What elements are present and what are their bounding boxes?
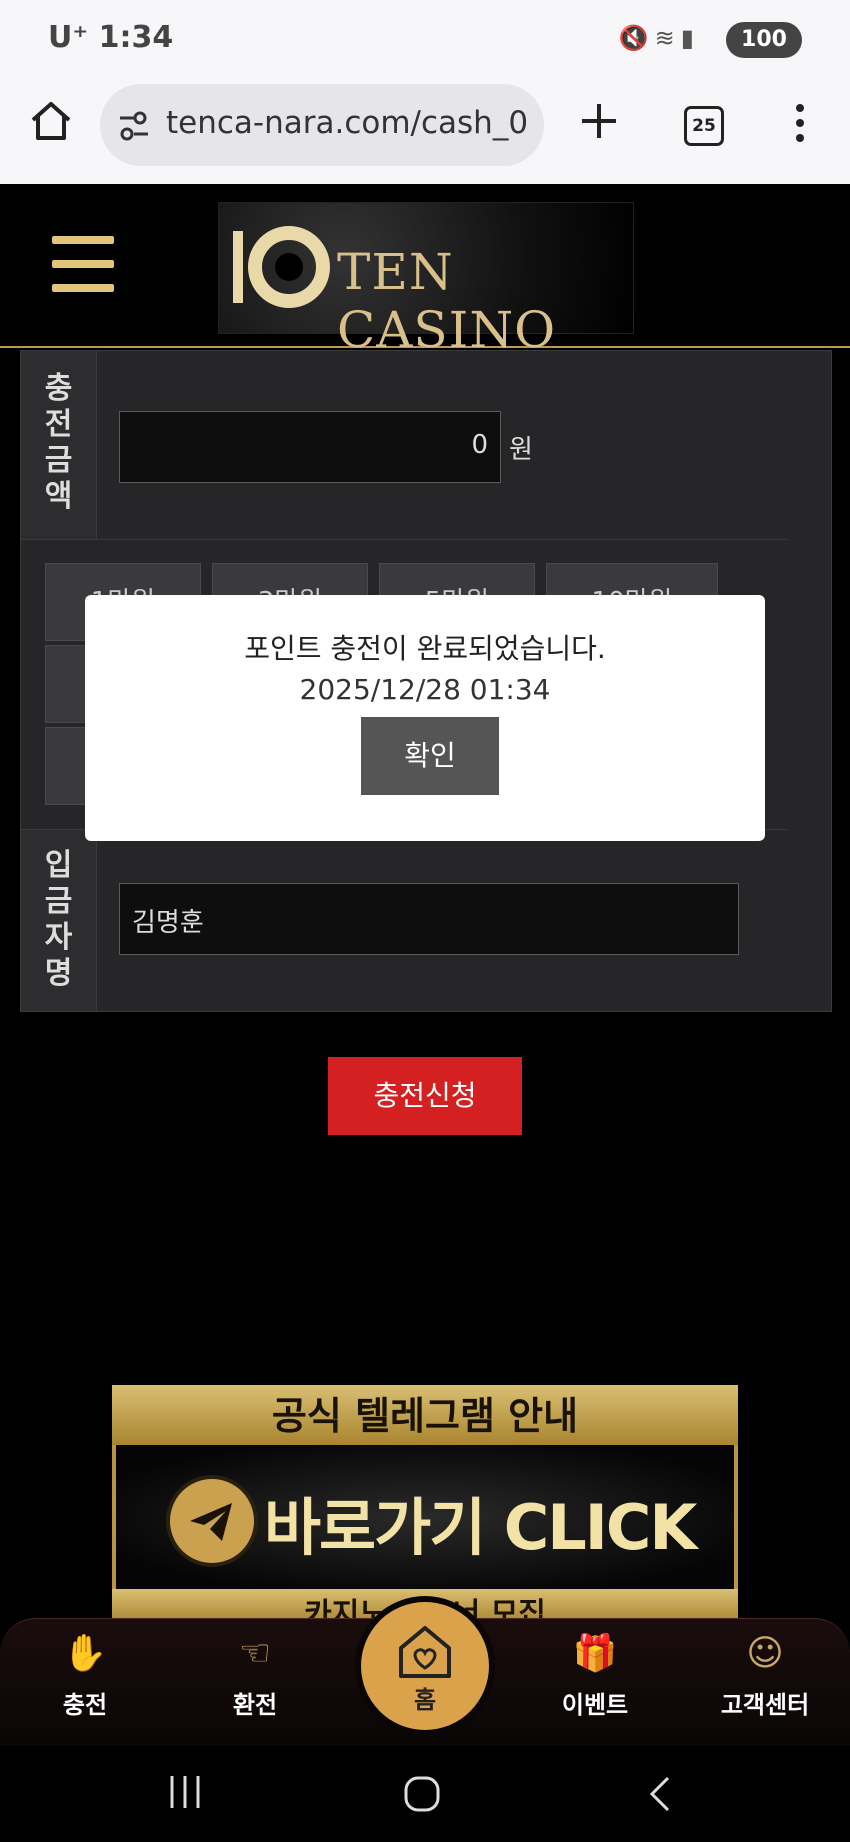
site-logo[interactable]: TEN CASINO (218, 202, 634, 359)
status-bar: U⁺ 1:34 🔇≋▮ 100 (0, 0, 850, 80)
home-icon[interactable] (28, 98, 74, 144)
nav-home-button[interactable]: 홈 (361, 1602, 489, 1730)
carrier-label: U⁺ (48, 20, 89, 55)
amount-value: 0 (471, 430, 488, 460)
banner-title: 공식 텔레그램 안내 (112, 1385, 738, 1445)
new-tab-icon[interactable] (578, 100, 620, 142)
site-settings-icon[interactable] (116, 108, 152, 144)
nav-event[interactable]: 🎁 이벤트 (520, 1629, 670, 1720)
amount-unit: 원 (509, 435, 533, 465)
deposit-submit-button[interactable]: 충전신청 (328, 1057, 522, 1135)
signal-icon: ▮ (680, 24, 700, 52)
nav-withdraw-label: 환전 (232, 1691, 278, 1719)
logo-text: TEN CASINO (337, 243, 557, 359)
depositor-name-input[interactable]: 김명훈 (119, 883, 739, 955)
support-icon: ☺ (746, 1633, 784, 1674)
status-carrier-time: U⁺ 1:34 (48, 20, 173, 55)
logo-emblem-icon (233, 226, 330, 308)
telegram-icon (166, 1475, 258, 1567)
amount-input[interactable]: 0 (119, 411, 501, 483)
back-icon[interactable] (646, 1774, 672, 1814)
home-heart-icon (399, 1626, 451, 1678)
banner-cta: 바로가기 CLICK (264, 1491, 697, 1564)
status-time: 1:34 (98, 20, 174, 55)
recent-apps-icon[interactable] (168, 1774, 202, 1810)
tab-switcher-button[interactable]: 25 (684, 106, 724, 146)
wifi-icon: ≋ (654, 24, 681, 52)
mute-icon: 🔇 (618, 24, 655, 52)
more-options-icon[interactable] (790, 102, 810, 144)
hamburger-menu-icon[interactable] (52, 236, 114, 294)
amount-label-text: 충전금액 (44, 371, 73, 514)
nav-deposit-label: 충전 (62, 1691, 108, 1719)
nav-withdraw[interactable]: ☜ 환전 (180, 1629, 330, 1720)
status-icons: 🔇≋▮ (619, 24, 700, 52)
nav-event-label: 이벤트 (561, 1691, 629, 1719)
url-text: tenca-nara.com/cash_0 (166, 105, 529, 141)
telegram-banner[interactable]: 공식 텔레그램 안내 바로가기 CLICK 카지노 파트너 모집 (112, 1385, 738, 1623)
nav-home-label: 홈 (413, 1686, 437, 1714)
browser-toolbar: tenca-nara.com/cash_0 25 (0, 80, 850, 184)
banner-cta-area: 바로가기 CLICK (116, 1445, 734, 1589)
deposit-icon: ✋ (62, 1633, 108, 1674)
withdraw-icon: ☜ (238, 1633, 272, 1674)
alert-dialog: 포인트 충전이 완료되었습니다. 2025/12/28 01:34 확인 (85, 595, 765, 841)
confirm-button[interactable]: 확인 (361, 717, 499, 795)
battery-indicator: 100 (726, 22, 802, 58)
home-nav-icon[interactable] (402, 1774, 442, 1814)
gift-icon: 🎁 (572, 1633, 618, 1674)
nav-deposit[interactable]: ✋ 충전 (10, 1629, 160, 1720)
alert-message: 포인트 충전이 완료되었습니다. (244, 632, 606, 665)
system-nav-bar (0, 1746, 850, 1842)
divider (21, 539, 787, 540)
depositor-label-text: 입금자명 (44, 848, 73, 991)
depositor-name-value: 김명훈 (132, 908, 204, 938)
url-bar[interactable]: tenca-nara.com/cash_0 (100, 84, 544, 166)
nav-support[interactable]: ☺ 고객센터 (690, 1629, 840, 1720)
nav-support-label: 고객센터 (720, 1691, 810, 1719)
depositor-label: 입금자명 (21, 830, 97, 1011)
alert-timestamp: 2025/12/28 01:34 (299, 673, 551, 706)
site-header: TEN CASINO (0, 184, 850, 359)
amount-label: 충전금액 (21, 351, 97, 539)
